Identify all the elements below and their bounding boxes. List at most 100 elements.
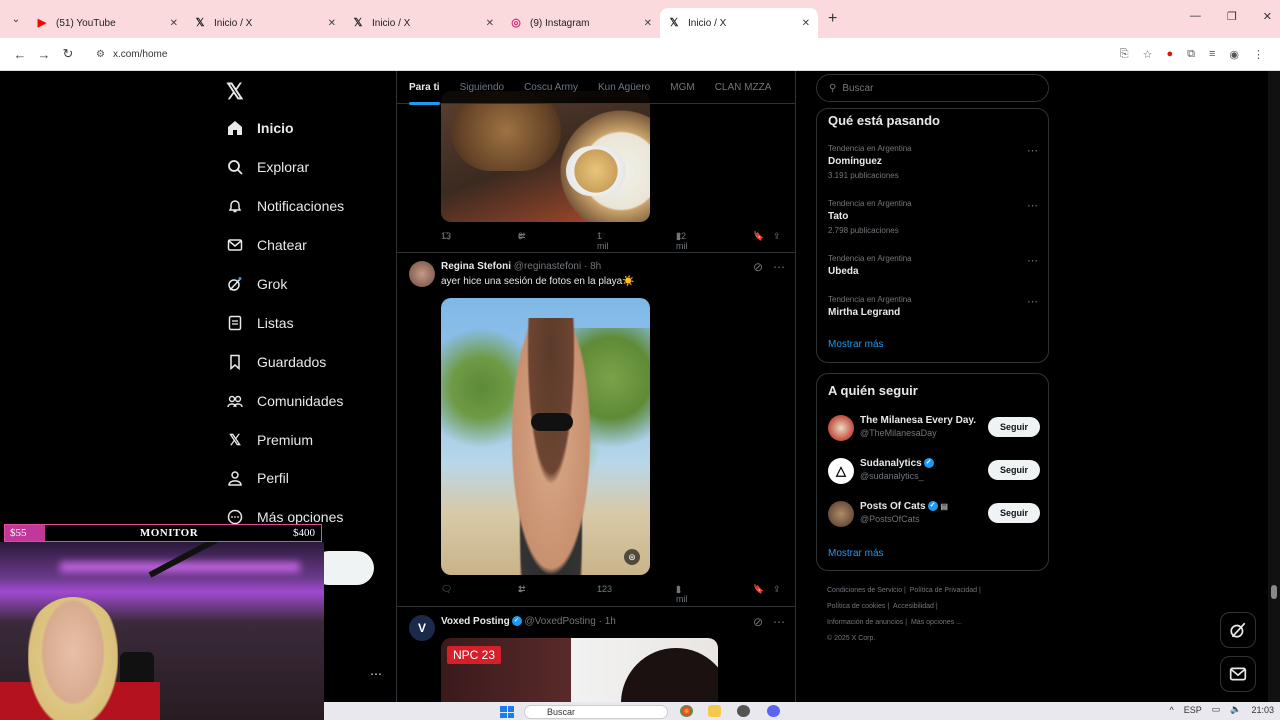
footer-link[interactable]: Información de anuncios — [827, 619, 903, 626]
trend-item[interactable]: Tendencia en Argentina Ubeda ⋯ — [828, 254, 1038, 277]
share-icon[interactable]: ⇪ — [773, 584, 781, 595]
tab-siguiendo[interactable]: Siguiendo — [460, 82, 504, 93]
nav-item-grok[interactable]: Grok — [226, 269, 287, 299]
restore-icon[interactable]: ❐ — [1227, 10, 1237, 23]
follow-suggestion[interactable]: The Milanesa Every Day. @TheMilanesaDay … — [828, 415, 1040, 445]
follow-button[interactable]: Seguir — [988, 460, 1040, 480]
search-input[interactable]: ⚲ Buscar — [816, 74, 1049, 102]
footer-link[interactable]: Política de Privacidad — [910, 587, 977, 594]
post-image-beach[interactable]: ⊛ — [441, 298, 650, 575]
nav-item-listas[interactable]: Listas — [226, 308, 294, 338]
bookmark-icon[interactable]: 🔖 — [753, 584, 764, 595]
footer-link[interactable]: Condiciones de Servicio — [827, 587, 902, 594]
volume-icon[interactable]: 🔈 — [1230, 704, 1241, 715]
author-handle[interactable]: @reginastefoni · 8h — [514, 261, 601, 272]
browser-tab-x-2[interactable]: 𝕏 Inicio / X ✕ — [344, 8, 502, 38]
opera-extension-icon[interactable]: ● — [1166, 48, 1173, 61]
close-icon[interactable]: ✕ — [802, 18, 810, 29]
grok-icon[interactable]: ⊘ — [753, 260, 763, 274]
avatar[interactable]: V — [409, 615, 435, 641]
browser-tab-x-active[interactable]: 𝕏 Inicio / X ✕ — [660, 8, 818, 38]
more-icon[interactable]: ⋯ — [1027, 295, 1038, 308]
language-indicator[interactable]: ESP — [1184, 705, 1202, 715]
avatar[interactable]: △ — [828, 458, 854, 484]
tab-kun-aguero[interactable]: Kun Agüero — [598, 82, 650, 93]
more-icon[interactable]: ⋯ — [773, 615, 785, 629]
more-icon[interactable]: ⋯ — [1027, 199, 1038, 212]
nav-item-explorar[interactable]: Explorar — [226, 152, 309, 182]
browser-tab-youtube[interactable]: ▶ (51) YouTube ✕ — [28, 8, 186, 38]
minimize-icon[interactable]: — — [1190, 10, 1201, 23]
post-image-food[interactable] — [441, 91, 650, 222]
more-icon[interactable]: ⋯ — [1027, 254, 1038, 267]
follow-suggestion[interactable]: △ Sudanalytics ✓ @sudanalytics_ Seguir — [828, 458, 1040, 488]
more-icon[interactable]: ⋯ — [773, 260, 785, 274]
more-icon[interactable]: ⋯ — [370, 667, 382, 681]
show-more-link[interactable]: Mostrar más — [828, 339, 884, 350]
nav-item-chatear[interactable]: Chatear — [226, 230, 307, 260]
messages-fab[interactable] — [1220, 656, 1256, 692]
follow-button[interactable]: Seguir — [988, 417, 1040, 437]
trend-item[interactable]: Tendencia en Argentina Tato 2.798 public… — [828, 199, 1038, 235]
tab-mgm[interactable]: MGM — [670, 82, 694, 93]
extensions-puzzle-icon[interactable]: ⧉ — [1187, 48, 1195, 61]
tray-chevron-icon[interactable]: ^ — [1169, 705, 1173, 715]
nav-item-guardados[interactable]: Guardados — [226, 347, 326, 377]
avatar[interactable] — [409, 261, 435, 287]
follow-button[interactable]: Seguir — [988, 503, 1040, 523]
url-field[interactable]: ⚙ x.com/home — [86, 42, 1086, 66]
show-more-link[interactable]: Mostrar más — [828, 548, 884, 559]
file-explorer-icon[interactable] — [708, 705, 721, 717]
chrome-icon[interactable] — [680, 705, 693, 717]
forward-arrow-icon[interactable]: → — [32, 47, 56, 62]
more-icon[interactable]: ⋯ — [1027, 144, 1038, 157]
bookmark-icon[interactable]: 🔖 — [753, 231, 764, 242]
close-icon[interactable]: ✕ — [644, 18, 652, 29]
tab-clan-mzza[interactable]: CLAN MZZA — [715, 82, 772, 93]
grok-image-icon[interactable]: ⊛ — [624, 549, 640, 565]
author-name[interactable]: Regina Stefoni — [441, 261, 511, 272]
taskbar-search-input[interactable]: Buscar — [524, 705, 668, 719]
grok-icon[interactable]: ⊘ — [753, 615, 763, 629]
window-close-icon[interactable]: ✕ — [1263, 10, 1272, 23]
follow-suggestion[interactable]: Posts Of Cats ✓ ▤ @PostsOfCats Seguir — [828, 501, 1040, 531]
nav-item-inicio[interactable]: Inicio — [226, 113, 294, 143]
browser-menu-icon[interactable]: ⋮ — [1253, 48, 1264, 61]
site-info-icon[interactable]: ⚙ — [96, 49, 105, 60]
trend-item[interactable]: Tendencia en Argentina Domínguez 3.191 p… — [828, 144, 1038, 180]
nav-item-notificaciones[interactable]: Notificaciones — [226, 191, 344, 221]
browser-tab-x-1[interactable]: 𝕏 Inicio / X ✕ — [186, 8, 344, 38]
star-icon[interactable]: ☆ — [1143, 48, 1153, 61]
tab-para-ti[interactable]: Para ti — [409, 82, 440, 105]
page-scrollbar[interactable] — [1268, 71, 1280, 702]
close-icon[interactable]: ✕ — [328, 18, 336, 29]
app-icon[interactable] — [737, 705, 750, 717]
share-icon[interactable]: ⇪ — [773, 231, 781, 242]
nav-item-comunidades[interactable]: Comunidades — [226, 386, 343, 416]
x-logo-icon[interactable]: 𝕏 — [226, 79, 244, 105]
windows-start-icon[interactable] — [500, 706, 514, 718]
author-name[interactable]: Voxed Posting — [441, 616, 510, 627]
grok-fab[interactable] — [1220, 612, 1256, 648]
clock[interactable]: 21:03 — [1251, 705, 1274, 715]
reload-icon[interactable]: ↻ — [56, 46, 80, 62]
back-arrow-icon[interactable]: ← — [8, 47, 32, 62]
footer-link[interactable]: Accesibilidad — [893, 603, 934, 610]
post-image-npc[interactable]: NPC 23 — [441, 638, 718, 702]
profile-avatar-icon[interactable]: ◉ — [1229, 48, 1239, 61]
nav-item-perfil[interactable]: Perfil — [226, 463, 289, 493]
browser-tab-instagram[interactable]: ◎ (9) Instagram ✕ — [502, 8, 660, 38]
avatar[interactable] — [828, 415, 854, 441]
tab-search-chevron-icon[interactable]: ⌄ — [4, 7, 28, 31]
install-app-icon[interactable]: ⎘ — [1120, 48, 1129, 61]
trend-item[interactable]: Tendencia en Argentina Mirtha Legrand ⋯ — [828, 295, 1038, 318]
new-tab-plus-icon[interactable]: + — [828, 10, 837, 28]
close-icon[interactable]: ✕ — [486, 18, 494, 29]
monitor-icon[interactable]: ▭ — [1212, 704, 1221, 715]
author-handle[interactable]: @VoxedPosting · 1h — [525, 616, 616, 627]
footer-link[interactable]: Política de cookies — [827, 603, 885, 610]
tab-coscu-army[interactable]: Coscu Army — [524, 82, 578, 93]
close-icon[interactable]: ✕ — [170, 18, 178, 29]
discord-icon[interactable] — [767, 705, 780, 717]
nav-item-premium[interactable]: 𝕏 Premium — [226, 425, 313, 455]
